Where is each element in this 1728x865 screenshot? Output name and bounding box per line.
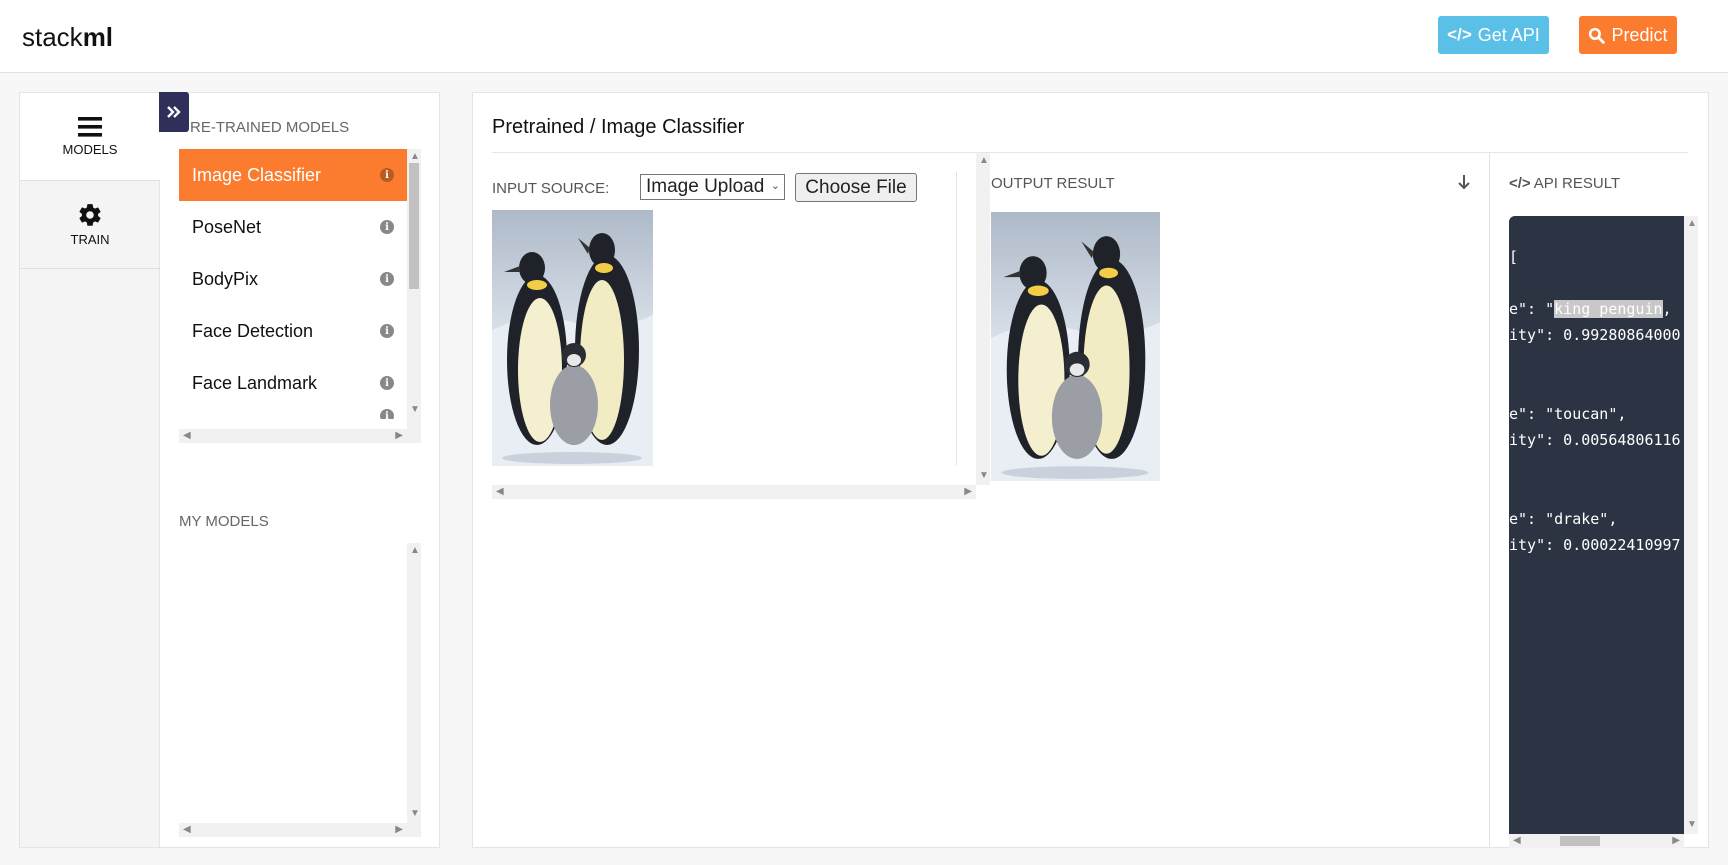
input-source-label: INPUT SOURCE: bbox=[492, 180, 610, 197]
hamburger-icon bbox=[78, 117, 102, 137]
double-chevron-right-icon bbox=[167, 106, 181, 118]
nav-train[interactable]: TRAIN bbox=[20, 181, 160, 269]
output-image bbox=[991, 212, 1160, 481]
scroll-thumb[interactable] bbox=[1560, 836, 1600, 846]
logo[interactable]: stackml bbox=[22, 22, 113, 53]
pretrained-models-title: RE-TRAINED MODELS bbox=[190, 119, 350, 136]
api-result-heading: </> API RESULT bbox=[1509, 175, 1621, 192]
code-line: [ bbox=[1509, 248, 1519, 266]
code-line: e": "drake", bbox=[1509, 510, 1618, 528]
code-line: e": "king penguin, bbox=[1509, 300, 1672, 318]
info-icon[interactable]: i bbox=[380, 272, 394, 286]
input-vscroll[interactable]: ▲ ▼ bbox=[976, 153, 990, 485]
chevron-down-icon: ⌄ bbox=[770, 180, 780, 192]
input-source-select[interactable]: Image Upload ⌄ bbox=[640, 174, 785, 200]
input-hscroll[interactable]: ◀ ▶ bbox=[492, 485, 976, 499]
code-line: ity": 0.00022410997 bbox=[1509, 536, 1681, 554]
code-line: ity": 0.00564806116 bbox=[1509, 431, 1681, 449]
predict-button[interactable]: Predict bbox=[1579, 16, 1677, 54]
get-api-button[interactable]: </> Get API bbox=[1438, 16, 1549, 54]
my-models-title: MY MODELS bbox=[179, 513, 269, 530]
list-item-partial: i bbox=[179, 409, 407, 419]
api-vscroll[interactable]: ▲ ▼ bbox=[1684, 216, 1698, 834]
breadcrumb: Pretrained / Image Classifier bbox=[492, 116, 745, 138]
code-icon: </> bbox=[1447, 25, 1472, 44]
scroll-thumb[interactable] bbox=[409, 163, 419, 289]
code-icon: </> bbox=[1509, 175, 1531, 192]
code-line: e": "toucan", bbox=[1509, 405, 1627, 423]
arrow-down-icon[interactable] bbox=[1457, 174, 1471, 190]
info-icon[interactable]: i bbox=[380, 168, 394, 182]
top-header: stackml </> Get API Predict bbox=[0, 0, 1728, 73]
info-icon[interactable]: i bbox=[380, 324, 394, 338]
models-list-hscroll[interactable]: ◀ ▶ bbox=[179, 429, 421, 443]
left-nav: MODELS TRAIN bbox=[19, 92, 160, 848]
choose-file-button[interactable]: Choose File bbox=[795, 173, 917, 202]
my-models-hscroll[interactable]: ◀ ▶ bbox=[179, 823, 421, 837]
model-item-face-landmark[interactable]: Face Landmark i bbox=[179, 357, 407, 409]
model-item-posenet[interactable]: PoseNet i bbox=[179, 201, 407, 253]
nav-models[interactable]: MODELS bbox=[20, 93, 160, 181]
output-result-label: OUTPUT RESULT bbox=[991, 175, 1115, 192]
api-hscroll[interactable]: ◀ ▶ bbox=[1509, 834, 1684, 848]
input-image bbox=[492, 210, 653, 466]
info-icon[interactable]: i bbox=[380, 220, 394, 234]
model-item-face-detection[interactable]: Face Detection i bbox=[179, 305, 407, 357]
divider bbox=[492, 152, 1688, 153]
model-item-bodypix[interactable]: BodyPix i bbox=[179, 253, 407, 305]
penguin-image bbox=[991, 212, 1160, 481]
info-icon[interactable]: i bbox=[380, 376, 394, 390]
api-divider bbox=[1489, 153, 1490, 848]
search-icon bbox=[1589, 27, 1606, 44]
code-line: ity": 0.99280864000 bbox=[1509, 326, 1681, 344]
info-icon: i bbox=[380, 409, 394, 419]
model-item-image-classifier[interactable]: Image Classifier i bbox=[179, 149, 407, 201]
highlighted-text: king penguin bbox=[1554, 300, 1663, 318]
my-models-vscroll[interactable]: ▲ ▼ bbox=[407, 543, 421, 823]
collapse-panel-button[interactable] bbox=[159, 92, 189, 132]
input-divider bbox=[956, 172, 957, 465]
gear-icon bbox=[79, 204, 101, 226]
models-list-vscroll[interactable]: ▲ ▼ bbox=[407, 149, 421, 429]
pretrained-models-list: Image Classifier i PoseNet i BodyPix i F… bbox=[179, 149, 407, 419]
api-result-code[interactable]: [ e": "king penguin, ity": 0.99280864000… bbox=[1509, 216, 1684, 834]
penguin-image bbox=[492, 210, 653, 466]
